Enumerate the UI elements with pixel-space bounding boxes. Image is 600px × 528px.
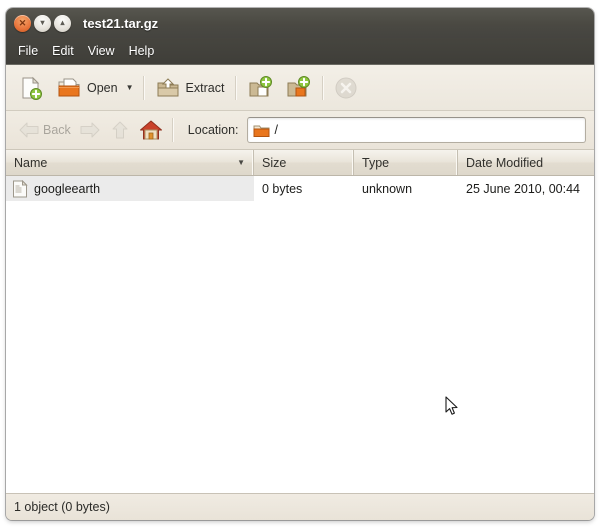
column-header-size-label: Size [262, 155, 287, 170]
window-controls: ✕ ▾ ▴ [14, 14, 71, 32]
add-folder-icon [285, 75, 311, 101]
location-folder-icon [253, 123, 270, 138]
menu-item-help[interactable]: Help [122, 41, 162, 61]
column-header-type[interactable]: Type [354, 150, 458, 175]
column-header-date-label: Date Modified [466, 155, 544, 170]
back-button: Back [14, 118, 75, 142]
status-bar: 1 object (0 bytes) [6, 494, 594, 520]
file-list: Name ▼ Size Type Date Modified googleear… [6, 150, 594, 494]
status-text: 1 object (0 bytes) [14, 500, 110, 514]
maximize-button[interactable]: ▴ [54, 14, 71, 32]
new-archive-button[interactable] [12, 71, 50, 105]
open-button-label: Open [87, 80, 118, 95]
window-title: test21.tar.gz [83, 15, 159, 31]
open-button[interactable]: Open [50, 71, 124, 105]
add-folder-button[interactable] [279, 71, 317, 105]
table-row[interactable]: googleearth 0 bytes unknown 25 June 2010… [6, 176, 594, 201]
home-icon [139, 119, 163, 141]
add-files-icon [247, 75, 273, 101]
menu-item-edit[interactable]: Edit [45, 41, 81, 61]
column-header-size[interactable]: Size [254, 150, 354, 175]
menu-item-file[interactable]: File [11, 41, 45, 61]
column-header-type-label: Type [362, 155, 390, 170]
back-button-label: Back [43, 123, 71, 137]
cell-date-modified: 25 June 2010, 00:44 [466, 181, 580, 196]
stop-button [328, 71, 364, 105]
open-folder-icon [56, 75, 82, 101]
forward-button [75, 118, 105, 142]
stop-icon [334, 76, 358, 100]
toolbar-separator [235, 75, 237, 100]
archive-manager-window: ✕ ▾ ▴ test21.tar.gz File Edit View Help [6, 8, 594, 520]
sort-descending-icon: ▼ [237, 158, 245, 167]
new-archive-icon [18, 75, 44, 101]
close-button[interactable]: ✕ [14, 14, 31, 32]
location-bar: Back Location: / [6, 111, 594, 150]
back-arrow-icon [18, 120, 40, 140]
open-dropdown-arrow-icon[interactable]: ▼ [126, 83, 134, 92]
minimize-button[interactable]: ▾ [34, 14, 51, 32]
location-label: Location: [187, 123, 239, 137]
extract-button[interactable]: Extract [149, 71, 231, 105]
toolbar: Open ▼ Extract [6, 65, 594, 111]
title-bar: ✕ ▾ ▴ test21.tar.gz [6, 8, 594, 38]
cell-size: 0 bytes [262, 181, 303, 196]
up-arrow-icon [109, 120, 131, 140]
column-header-name-label: Name [14, 155, 48, 170]
file-list-empty-area[interactable] [6, 201, 594, 493]
toolbar-separator [142, 75, 144, 100]
cell-type: unknown [362, 181, 413, 196]
forward-arrow-icon [79, 120, 101, 140]
up-button [105, 118, 135, 142]
menu-item-view[interactable]: View [81, 41, 122, 61]
file-name: googleearth [34, 181, 101, 196]
add-files-button[interactable] [241, 71, 279, 105]
column-headers: Name ▼ Size Type Date Modified [6, 150, 594, 176]
cell-name: googleearth [6, 176, 254, 201]
column-header-date-modified[interactable]: Date Modified [458, 150, 594, 175]
location-value: / [274, 123, 279, 137]
column-header-name[interactable]: Name ▼ [6, 150, 254, 175]
extract-button-label: Extract [185, 80, 225, 95]
home-button[interactable] [135, 117, 167, 143]
toolbar-separator [322, 75, 324, 100]
location-separator [171, 118, 173, 142]
menu-bar: File Edit View Help [6, 38, 594, 65]
location-input[interactable]: / [246, 117, 586, 143]
extract-icon [155, 75, 181, 101]
file-icon [12, 179, 28, 198]
